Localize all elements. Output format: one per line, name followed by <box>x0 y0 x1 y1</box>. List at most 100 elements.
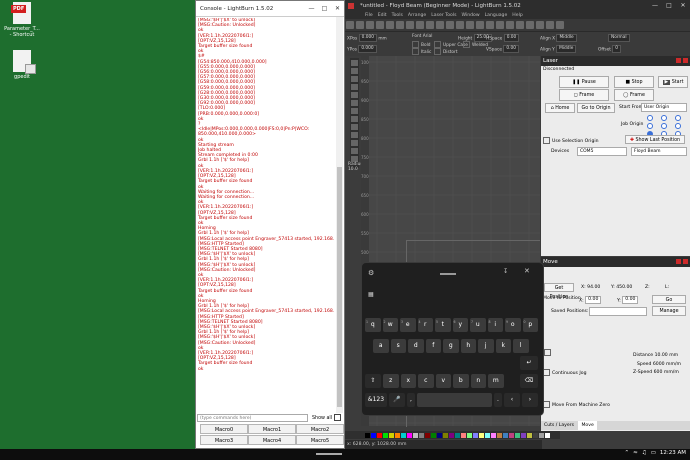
frame-button[interactable]: ◻ Frame <box>559 89 609 101</box>
palette-swatch[interactable] <box>461 432 466 438</box>
device-select[interactable]: Floyd Beam <box>631 147 687 156</box>
maximize-icon[interactable]: □ <box>318 5 331 12</box>
macro-0-button[interactable]: Macro0 <box>200 424 248 434</box>
toolbar-button-icon[interactable] <box>406 21 414 29</box>
origin-top-center-radio[interactable] <box>661 115 667 121</box>
taskbar-handle[interactable] <box>316 453 342 455</box>
console-titlebar[interactable]: Console - LightBurn 1.5.02 — □ ✕ <box>196 1 344 17</box>
volume-icon[interactable]: ♫ <box>642 450 647 456</box>
align-x-select[interactable]: Align X Middle <box>540 34 577 42</box>
minimize-icon[interactable]: — <box>305 5 318 12</box>
key[interactable]: 6y <box>452 318 468 332</box>
shift-icon[interactable]: ⇧ <box>365 374 381 388</box>
palette-swatch[interactable] <box>503 432 508 438</box>
tab-cuts-layers[interactable]: Cuts / Layers <box>541 423 577 428</box>
tool-button-icon[interactable] <box>351 116 358 122</box>
toolbar-button-icon[interactable] <box>356 21 364 29</box>
palette-swatch[interactable] <box>455 432 460 438</box>
key[interactable]: x <box>400 374 416 388</box>
drag-handle[interactable] <box>440 273 456 275</box>
move-from-machine-zero-checkbox[interactable]: Move From Machine Zero <box>543 401 610 408</box>
toolbar-button-icon[interactable] <box>506 21 514 29</box>
origin-middle-right-radio[interactable] <box>675 123 681 129</box>
origin-top-left-radio[interactable] <box>647 115 653 121</box>
distort-checkbox[interactable]: Distort <box>434 48 458 55</box>
macro-4-button[interactable]: Macro4 <box>248 435 296 445</box>
key[interactable]: 1q <box>365 318 381 332</box>
jog-arrows[interactable] <box>544 349 551 358</box>
tool-button-icon[interactable] <box>351 100 358 106</box>
palette-swatch[interactable] <box>395 432 400 438</box>
palette-swatch[interactable] <box>449 432 454 438</box>
enter-icon[interactable]: ↵ <box>520 356 538 370</box>
jog-up-icon[interactable] <box>544 349 551 356</box>
tool-button-icon[interactable] <box>351 76 358 82</box>
vspace-field[interactable]: VSpace 0.00 <box>486 45 519 53</box>
key[interactable]: l <box>513 339 529 353</box>
palette-swatch[interactable] <box>527 432 532 438</box>
panel-float-icon[interactable] <box>676 259 681 264</box>
tab-move[interactable]: Move <box>578 421 597 430</box>
palette-swatch[interactable] <box>389 432 394 438</box>
offset-field[interactable]: Offset 0 <box>598 45 622 53</box>
macro-5-button[interactable]: Macro5 <box>296 435 344 445</box>
comma-key[interactable]: , <box>407 393 415 407</box>
port-select[interactable]: COM5 <box>577 147 627 156</box>
toolbar-button-icon[interactable] <box>396 21 404 29</box>
tool-button-icon[interactable] <box>351 140 358 146</box>
bold-checkbox[interactable]: Bold <box>412 41 431 48</box>
go-button[interactable]: Go <box>652 295 686 304</box>
key[interactable]: 3e <box>400 318 416 332</box>
toolbar-button-icon[interactable] <box>436 21 444 29</box>
font-select[interactable]: Font Arial <box>412 34 432 39</box>
show-all-checkbox[interactable]: Show all <box>312 414 342 421</box>
use-selection-origin-checkbox[interactable]: Use Selection Origin <box>543 137 599 144</box>
home-button[interactable]: ⌂ Home <box>545 103 575 113</box>
palette-swatch[interactable] <box>539 432 544 438</box>
menu-language[interactable]: Language <box>485 13 508 18</box>
toolbar-button-icon[interactable] <box>386 21 394 29</box>
text-mode-select[interactable]: Normal <box>608 34 630 42</box>
toolbar-button-icon[interactable] <box>516 21 524 29</box>
align-y-select[interactable]: Align Y Middle <box>540 45 577 53</box>
italic-checkbox[interactable]: Italic <box>412 48 431 55</box>
clipboard-icon[interactable]: ▦ <box>368 291 374 298</box>
menu-file[interactable]: File <box>365 13 373 18</box>
palette-swatch[interactable] <box>515 432 520 438</box>
chevron-up-icon[interactable]: ⌃ <box>625 450 630 456</box>
maximize-icon[interactable]: □ <box>662 2 676 9</box>
key[interactable]: 2w <box>382 318 398 332</box>
tool-button-icon[interactable] <box>351 84 358 90</box>
key[interactable]: m <box>488 374 504 388</box>
origin-middle-left-radio[interactable] <box>647 123 653 129</box>
palette-swatch[interactable] <box>485 432 490 438</box>
palette-swatch[interactable] <box>521 432 526 438</box>
period-key[interactable]: . <box>494 393 502 407</box>
key[interactable]: d <box>408 339 424 353</box>
palette-swatch[interactable] <box>491 432 496 438</box>
key[interactable]: s <box>390 339 406 353</box>
pause-button[interactable]: ❚❚ Pause <box>559 76 609 88</box>
macro-1-button[interactable]: Macro1 <box>248 424 296 434</box>
ypos-field[interactable]: YPos 0.000 <box>347 45 377 53</box>
welded-checkbox[interactable]: Welded <box>463 41 488 48</box>
backspace-icon[interactable]: ⌫ <box>520 374 538 388</box>
tool-button-icon[interactable] <box>351 60 358 66</box>
key[interactable]: 8i <box>487 318 503 332</box>
toolbar-button-icon[interactable] <box>476 21 484 29</box>
toolbar-button-icon[interactable] <box>536 21 544 29</box>
start-from-select[interactable]: User Origin <box>641 103 687 112</box>
palette-swatch[interactable] <box>431 432 436 438</box>
palette-swatch[interactable] <box>365 432 370 438</box>
menu-laser-tools[interactable]: Laser Tools <box>431 13 456 18</box>
palette-swatch[interactable] <box>509 432 514 438</box>
tool-button-icon[interactable] <box>351 92 358 98</box>
toolbar-button-icon[interactable] <box>556 21 564 29</box>
battery-icon[interactable]: ▭ <box>651 450 656 456</box>
palette-swatch[interactable] <box>413 432 418 438</box>
panel-float-icon[interactable] <box>676 58 681 63</box>
key[interactable]: g <box>443 339 459 353</box>
desktop-icon-gpedit[interactable]: gpedit <box>2 50 42 80</box>
key[interactable]: 5t <box>435 318 451 332</box>
menu-window[interactable]: Window <box>462 13 480 18</box>
